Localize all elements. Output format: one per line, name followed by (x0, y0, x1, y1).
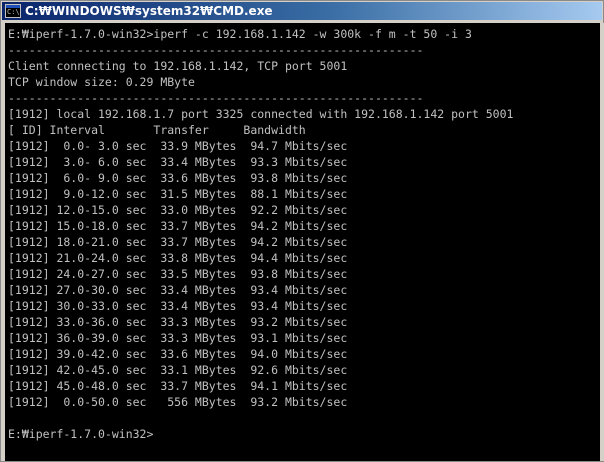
console-line: [1912] 9.0-12.0 sec 31.5 MBytes 88.1 Mbi… (8, 187, 348, 201)
console-line: [1912] 24.0-27.0 sec 33.5 MBytes 93.8 Mb… (8, 267, 348, 281)
console-line: Client connecting to 192.168.1.142, TCP … (8, 59, 348, 73)
console-line: [1912] local 192.168.1.7 port 3325 conne… (8, 107, 514, 121)
vertical-scrollbar[interactable] (600, 23, 604, 461)
console-line: [1912] 0.0-50.0 sec 556 MBytes 93.2 Mbit… (8, 395, 348, 409)
console-line: [1912] 33.0-36.0 sec 33.3 MBytes 93.2 Mb… (8, 315, 348, 329)
console-line: [1912] 42.0-45.0 sec 33.1 MBytes 92.6 Mb… (8, 363, 348, 377)
console-line: [1912] 21.0-24.0 sec 33.8 MBytes 94.4 Mb… (8, 251, 348, 265)
console-line: [1912] 27.0-30.0 sec 33.4 MBytes 93.4 Mb… (8, 283, 348, 297)
console-line: [1912] 0.0- 3.0 sec 33.9 MBytes 94.7 Mbi… (8, 139, 348, 153)
console-lines: E:₩iperf-1.7.0-win32>iperf -c 192.168.1.… (8, 26, 598, 442)
console-line: [1912] 15.0-18.0 sec 33.7 MBytes 94.2 Mb… (8, 219, 348, 233)
console-line: ----------------------------------------… (8, 91, 424, 105)
title-bar[interactable]: C:\ C:₩WINDOWS₩system32₩CMD.exe (2, 2, 602, 20)
console-line: TCP window size: 0.29 MByte (8, 75, 195, 89)
console-line: [1912] 6.0- 9.0 sec 33.6 MBytes 93.8 Mbi… (8, 171, 348, 185)
console-line: E:₩iperf-1.7.0-win32>iperf -c 192.168.1.… (8, 27, 472, 41)
console-line: E:₩iperf-1.7.0-win32> (8, 427, 154, 441)
cmd-window: C:\ C:₩WINDOWS₩system32₩CMD.exe E:₩iperf… (0, 0, 604, 462)
console-line: [1912] 12.0-15.0 sec 33.0 MBytes 92.2 Mb… (8, 203, 348, 217)
window-title: C:₩WINDOWS₩system32₩CMD.exe (25, 4, 273, 18)
console-line: [1912] 30.0-33.0 sec 33.4 MBytes 93.4 Mb… (8, 299, 348, 313)
console-line: [1912] 39.0-42.0 sec 33.6 MBytes 94.0 Mb… (8, 347, 348, 361)
console-line: [ ID] Interval Transfer Bandwidth (8, 123, 306, 137)
console-output[interactable]: E:₩iperf-1.7.0-win32>iperf -c 192.168.1.… (5, 23, 604, 461)
console-line: [1912] 18.0-21.0 sec 33.7 MBytes 94.2 Mb… (8, 235, 348, 249)
console-line: ----------------------------------------… (8, 43, 424, 57)
console-line: [1912] 3.0- 6.0 sec 33.4 MBytes 93.3 Mbi… (8, 155, 348, 169)
cmd-icon[interactable]: C:\ (5, 4, 21, 18)
console-line: [1912] 36.0-39.0 sec 33.3 MBytes 93.1 Mb… (8, 331, 348, 345)
console-line: [1912] 45.0-48.0 sec 33.7 MBytes 94.1 Mb… (8, 379, 348, 393)
